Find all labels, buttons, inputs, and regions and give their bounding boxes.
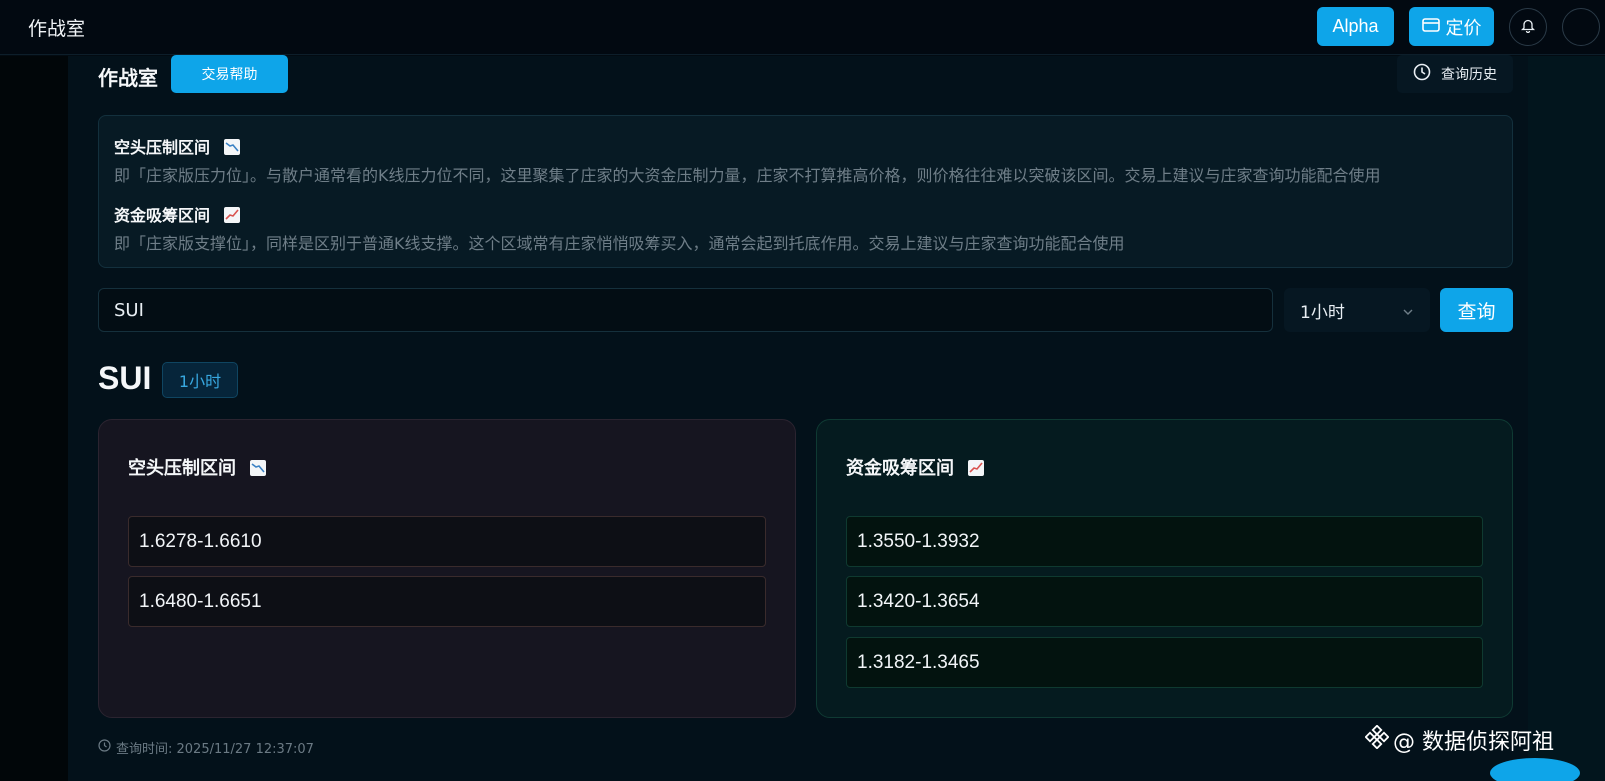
short-pressure-panel: 空头压制区间 1.6278-1.6610 1.6480-1.6651 — [98, 419, 796, 718]
long-panel-label: 资金吸筹区间 — [846, 458, 954, 479]
app-title: 作战室 — [28, 18, 86, 40]
long-panel-title: 资金吸筹区间 — [846, 454, 985, 480]
right-rail — [1528, 56, 1605, 781]
short-range-row: 1.6480-1.6651 — [128, 576, 766, 627]
chart-increasing-icon — [223, 207, 240, 223]
short-range-row: 1.6278-1.6610 — [128, 516, 766, 567]
left-rail — [0, 56, 68, 781]
query-history-button[interactable]: 查询历史 — [1397, 55, 1513, 93]
clock-icon — [98, 739, 111, 756]
timeframe-select[interactable]: 1小时 — [1284, 288, 1430, 332]
chart-decreasing-icon — [250, 460, 267, 476]
pricing-button[interactable]: 定价 — [1409, 7, 1494, 46]
long-range-row: 1.3550-1.3932 — [846, 516, 1483, 567]
result-symbol: SUI — [98, 360, 152, 396]
short-zone-info-desc: 即「庄家版压力位」。与散户通常看的K线压力位不同，这里聚集了庄家的大资金压制力量… — [114, 166, 1381, 185]
watermark: @ 数据侦探阿祖 — [1364, 724, 1554, 756]
query-button[interactable]: 查询 — [1440, 288, 1513, 332]
card-icon — [1421, 16, 1440, 37]
query-time-text: 查询时间: 2025/11/27 12:37:07 — [116, 742, 314, 757]
query-time: 查询时间: 2025/11/27 12:37:07 — [98, 738, 314, 757]
pricing-label: 定价 — [1445, 17, 1482, 39]
long-zone-info-label: 资金吸筹区间 — [114, 206, 211, 225]
chart-increasing-icon — [968, 460, 985, 476]
short-panel-label: 空头压制区间 — [128, 458, 236, 479]
info-box: 空头压制区间 即「庄家版压力位」。与散户通常看的K线压力位不同，这里聚集了庄家的… — [98, 115, 1513, 268]
trading-help-button[interactable]: 交易帮助 — [171, 55, 288, 93]
long-zone-info-desc: 即「庄家版支撑位」，同样是区别于普通K线支撑。这个区域常有庄家悄悄吸筹买入，通常… — [114, 234, 1125, 253]
short-zone-info-title: 空头压制区间 — [114, 134, 240, 158]
floating-action-button[interactable] — [1490, 758, 1580, 781]
long-zone-info-title: 资金吸筹区间 — [114, 202, 240, 226]
notifications-button[interactable] — [1509, 8, 1547, 46]
top-bar: 作战室 Alpha 定价 — [0, 0, 1605, 55]
accumulation-panel: 资金吸筹区间 1.3550-1.3932 1.3420-1.3654 1.318… — [816, 419, 1513, 718]
chart-decreasing-icon — [223, 139, 240, 155]
long-range-row: 1.3420-1.3654 — [846, 576, 1483, 627]
short-panel-title: 空头压制区间 — [128, 454, 267, 480]
bell-icon — [1520, 18, 1536, 37]
chevron-down-icon — [1402, 303, 1414, 323]
binance-logo-icon — [1364, 724, 1390, 755]
timeframe-value: 1小时 — [1300, 302, 1345, 323]
page-title: 作战室 — [98, 66, 158, 90]
watermark-text: @ 数据侦探阿祖 — [1393, 730, 1554, 755]
symbol-search-input[interactable]: SUI — [98, 288, 1273, 332]
history-label: 查询历史 — [1441, 67, 1497, 83]
clock-icon — [1413, 63, 1431, 85]
avatar[interactable] — [1562, 8, 1600, 46]
alpha-button[interactable]: Alpha — [1317, 7, 1394, 46]
long-range-row: 1.3182-1.3465 — [846, 637, 1483, 688]
short-zone-info-label: 空头压制区间 — [114, 138, 211, 157]
timeframe-badge: 1小时 — [162, 362, 238, 398]
